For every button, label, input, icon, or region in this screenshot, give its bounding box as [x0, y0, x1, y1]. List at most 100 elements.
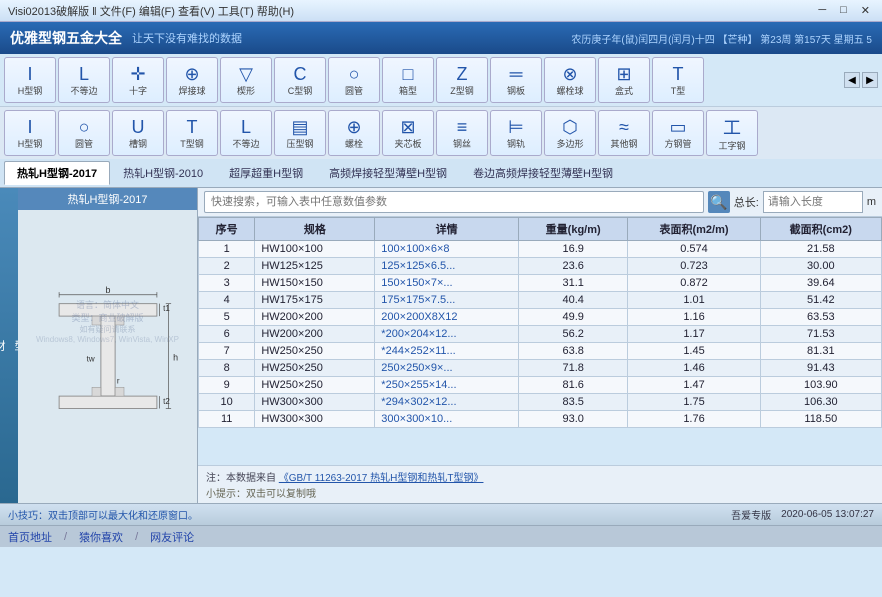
- toolbar-btn-unequal2[interactable]: L 不等边: [220, 110, 272, 156]
- toolbar-btn-c-beam[interactable]: C C型钢: [274, 57, 326, 103]
- toolbar-btn-weld-ball[interactable]: ⊕ 焊接球: [166, 57, 218, 103]
- sidebar-label2: 材: [0, 336, 9, 355]
- tab-edge-high-freq[interactable]: 卷边高频焊接轻型薄壁H型钢: [460, 161, 626, 185]
- toolbar-btn-plate[interactable]: ═ 钢板: [490, 57, 542, 103]
- table-row[interactable]: 9 HW250×250 *250×255×14... 81.6 1.47 103…: [199, 377, 882, 394]
- table-row[interactable]: 5 HW200×200 200×200X8X12 49.9 1.16 63.53: [199, 309, 882, 326]
- data-table[interactable]: 序号 规格 详情 重量(kg/m) 表面积(m2/m) 截面积(cm2) 1 H…: [198, 217, 882, 465]
- length-input[interactable]: [763, 191, 863, 213]
- maximize-button[interactable]: □: [836, 4, 851, 17]
- toolbar-btn-unequal[interactable]: L 不等边: [58, 57, 110, 103]
- unit-label: m: [867, 196, 876, 208]
- nav-love[interactable]: 猿你喜欢: [79, 529, 123, 545]
- cross-icon: ✛: [130, 64, 145, 85]
- prev-arrow[interactable]: ◀: [844, 72, 860, 88]
- wedge-icon: ▽: [239, 64, 253, 85]
- toolbar-btn-core[interactable]: ⊠ 夹芯板: [382, 110, 434, 156]
- cell-detail: 250×250×9×...: [375, 360, 519, 377]
- t-beam2-label: T型钢: [180, 140, 204, 150]
- table-row[interactable]: 3 HW150×150 150×150×7×... 31.1 0.872 39.…: [199, 275, 882, 292]
- cell-detail: *294×302×12...: [375, 394, 519, 411]
- svg-text:t1: t1: [163, 303, 170, 312]
- z-beam-label: Z型钢: [450, 87, 474, 97]
- table-row[interactable]: 4 HW175×175 175×175×7.5... 40.4 1.01 51.…: [199, 292, 882, 309]
- toolbar-btn-box2[interactable]: ⊞ 盒式: [598, 57, 650, 103]
- search-button[interactable]: 🔍: [708, 191, 730, 213]
- toolbar-btn-rail[interactable]: ⊨ 钢轨: [490, 110, 542, 156]
- cell-spec: HW150×150: [255, 275, 375, 292]
- table-row[interactable]: 2 HW125×125 125×125×6.5... 23.6 0.723 30…: [199, 258, 882, 275]
- cell-area: 118.50: [760, 411, 881, 428]
- box2-label: 盒式: [615, 87, 633, 97]
- tab-super-heavy[interactable]: 超厚超重H型钢: [216, 161, 316, 185]
- round-pipe2-label: 圆管: [75, 140, 93, 150]
- close-button[interactable]: ✕: [857, 4, 874, 17]
- cell-area: 71.53: [760, 326, 881, 343]
- table-row[interactable]: 10 HW300×300 *294×302×12... 83.5 1.75 10…: [199, 394, 882, 411]
- nav-online[interactable]: 网友评论: [150, 529, 194, 545]
- minimize-button[interactable]: ─: [814, 4, 830, 17]
- note-link[interactable]: 《GB/T 11263-2017 热轧H型钢和热轧T型钢》: [279, 473, 484, 484]
- h-beam-diagram: b h t1 t2 tw r: [28, 277, 188, 437]
- next-arrow[interactable]: ▶: [862, 72, 878, 88]
- col-surface: 表面积(m2/m): [628, 218, 760, 241]
- cell-area: 21.58: [760, 241, 881, 258]
- wedge-label: 楔形: [237, 87, 255, 97]
- press-label: 压型钢: [286, 140, 313, 150]
- i-beam-icon: 工: [723, 114, 741, 140]
- toolbar-btn-wire[interactable]: ≡ 钢丝: [436, 110, 488, 156]
- toolbar-btn-square-pipe[interactable]: ▭ 方钢管: [652, 110, 704, 156]
- z-beam-icon: Z: [457, 64, 468, 85]
- toolbar-btn-t-beam2[interactable]: T T型钢: [166, 110, 218, 156]
- toolbar-btn-press[interactable]: ▤ 压型钢: [274, 110, 326, 156]
- toolbar-btn-bolt[interactable]: ⊗ 螺栓球: [544, 57, 596, 103]
- tab-hot-rolled-2010[interactable]: 热轧H型钢-2010: [110, 161, 216, 185]
- wire-icon: ≡: [457, 117, 468, 138]
- rail-icon: ⊨: [508, 117, 524, 138]
- nav-home[interactable]: 首页地址: [8, 529, 52, 545]
- cell-surface: 1.47: [628, 377, 760, 394]
- table-row[interactable]: 7 HW250×250 *244×252×11... 63.8 1.45 81.…: [199, 343, 882, 360]
- table-row[interactable]: 6 HW200×200 *200×204×12... 56.2 1.17 71.…: [199, 326, 882, 343]
- datetime-display: 2020-06-05 13:07:27: [781, 509, 874, 520]
- cell-weight: 83.5: [518, 394, 628, 411]
- table-row[interactable]: 8 HW250×250 250×250×9×... 71.8 1.46 91.4…: [199, 360, 882, 377]
- cell-surface: 0.723: [628, 258, 760, 275]
- toolbar-btn-polygon[interactable]: ⬡ 多边形: [544, 110, 596, 156]
- toolbar-btn-t-beam[interactable]: T T型: [652, 57, 704, 103]
- search-input[interactable]: [204, 191, 704, 213]
- cell-no: 9: [199, 377, 255, 394]
- press-icon: ▤: [291, 117, 308, 138]
- cell-surface: 1.75: [628, 394, 760, 411]
- bolt-icon: ⊗: [562, 64, 577, 85]
- cell-area: 39.64: [760, 275, 881, 292]
- toolbar-btn-z-beam[interactable]: Z Z型钢: [436, 57, 488, 103]
- table-row[interactable]: 1 HW100×100 100×100×6×8 16.9 0.574 21.58: [199, 241, 882, 258]
- tab-high-freq-thin[interactable]: 高频焊接轻型薄壁H型钢: [316, 161, 460, 185]
- toolbar-btn-round-pipe2[interactable]: ○ 圆管: [58, 110, 110, 156]
- toolbar-btn-bolt2[interactable]: ⊕ 螺栓: [328, 110, 380, 156]
- cell-area: 51.42: [760, 292, 881, 309]
- toolbar-btn-cross[interactable]: ✛ 十字: [112, 57, 164, 103]
- toolbar-btn-h-beam2[interactable]: I H型钢: [4, 110, 56, 156]
- toolbar-btn-i-beam[interactable]: 工 工字钢: [706, 110, 758, 156]
- bolt2-label: 螺栓: [345, 140, 363, 150]
- t-beam-icon: T: [673, 64, 684, 85]
- t-beam-label: T型: [671, 87, 686, 97]
- status-tip: 小技巧：双击顶部可以最大化和还原窗口。: [8, 507, 198, 522]
- tab-hot-rolled-2017[interactable]: 热轧H型钢-2017: [4, 161, 110, 185]
- category-bar: 热轧H型钢-2017 热轧H型钢-2010 超厚超重H型钢 高频焊接轻型薄壁H型…: [0, 159, 882, 188]
- status-bar: 小技巧：双击顶部可以最大化和还原窗口。 吾爱专版 2020-06-05 13:0…: [0, 503, 882, 525]
- table-row[interactable]: 11 HW300×300 300×300×10... 93.0 1.76 118…: [199, 411, 882, 428]
- toolbar-btn-box[interactable]: □ 箱型: [382, 57, 434, 103]
- toolbar-btn-h-beam[interactable]: I H型钢: [4, 57, 56, 103]
- toolbar-btn-groove[interactable]: U 槽钢: [112, 110, 164, 156]
- cell-weight: 16.9: [518, 241, 628, 258]
- cell-area: 91.43: [760, 360, 881, 377]
- toolbar-btn-other[interactable]: ≈ 其他钢: [598, 110, 650, 156]
- col-detail: 详情: [375, 218, 519, 241]
- cell-spec: HW300×300: [255, 411, 375, 428]
- svg-text:r: r: [116, 376, 119, 385]
- toolbar-btn-round-pipe[interactable]: ○ 圆管: [328, 57, 380, 103]
- toolbar-btn-wedge[interactable]: ▽ 楔形: [220, 57, 272, 103]
